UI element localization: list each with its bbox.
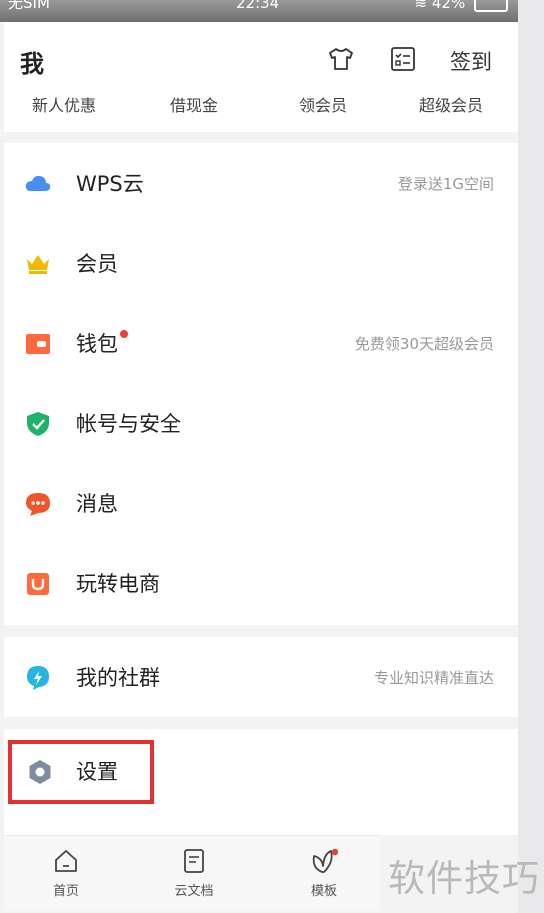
menu-item-hint: 专业知识精准直达 <box>373 669 494 687</box>
home-icon <box>55 850 77 872</box>
menu-item-label: 消息 <box>76 492 118 516</box>
shield-icon <box>27 412 49 436</box>
nav-templates[interactable]: 模板 <box>284 848 364 899</box>
menu-item-messages[interactable]: 消息 <box>4 463 518 543</box>
battery-percent: 42% <box>431 0 466 12</box>
crown-icon <box>27 255 49 274</box>
notification-dot <box>120 330 128 338</box>
battery-icon <box>474 0 508 12</box>
menu-item-account-security[interactable]: 帐号与安全 <box>4 383 518 463</box>
background-strip <box>518 0 544 913</box>
menu-item-label: 帐号与安全 <box>76 412 181 436</box>
wifi-icon: ≋ <box>414 0 428 12</box>
nav-label: 模板 <box>310 884 337 899</box>
nav-home[interactable]: 首页 <box>26 848 106 899</box>
menu-item-ecommerce[interactable]: 玩转电商 <box>4 543 518 623</box>
menu-card-community: 我的社群 专业知识精准直达 <box>4 637 518 717</box>
bottom-nav: 首页 云文档 模板 <box>4 835 380 911</box>
quick-link-borrow-cash[interactable]: 借现金 <box>170 92 218 116</box>
menu-item-hint: 登录送1G空间 <box>397 175 494 193</box>
quick-link-get-membership[interactable]: 领会员 <box>299 92 347 116</box>
highlight-box <box>8 740 154 804</box>
menu-item-wps-cloud[interactable]: WPS云 登录送1G空间 <box>4 143 518 223</box>
watermark-text: 软件技巧 <box>388 857 540 900</box>
menu-item-hint: 免费领30天超级会员 <box>354 335 494 353</box>
skin-shirt-icon[interactable] <box>326 44 356 74</box>
status-bar: 无SIM 22:34 ≋ 42% <box>0 0 518 22</box>
document-icon <box>184 849 204 873</box>
carrier-label: 无SIM <box>8 0 50 12</box>
menu-item-label: 玩转电商 <box>76 572 160 596</box>
menu-item-membership[interactable]: 会员 <box>4 223 518 303</box>
profile-header: 我 签到 新人优惠 借现金 领会员 超级会员 <box>4 22 518 132</box>
community-icon <box>27 666 49 690</box>
quick-links: 新人优惠 借现金 领会员 超级会员 <box>4 92 518 116</box>
wallet-icon <box>26 334 50 354</box>
sign-in-button[interactable]: 签到 <box>450 46 492 76</box>
menu-item-label: 我的社群 <box>76 666 160 690</box>
shopping-bag-icon <box>27 573 49 595</box>
menu-item-wallet[interactable]: 钱包 免费领30天超级会员 <box>4 303 518 383</box>
checklist-icon[interactable] <box>388 44 418 74</box>
nav-cloud-docs[interactable]: 云文档 <box>154 848 234 899</box>
menu-item-label: WPS云 <box>76 172 144 196</box>
wallet-label-text: 钱包 <box>76 332 118 356</box>
notification-dot <box>331 848 339 856</box>
nav-label: 云文档 <box>174 884 214 899</box>
cloud-icon <box>25 175 51 191</box>
menu-item-label: 钱包 <box>76 328 128 358</box>
quick-link-super-member[interactable]: 超级会员 <box>419 92 483 116</box>
page-title: 我 <box>20 50 44 78</box>
quick-link-new-user[interactable]: 新人优惠 <box>32 92 96 116</box>
nav-label: 首页 <box>52 884 79 899</box>
clock: 22:34 <box>236 0 280 12</box>
menu-item-label: 会员 <box>76 252 118 276</box>
menu-item-my-community[interactable]: 我的社群 专业知识精准直达 <box>4 637 518 717</box>
template-leaf-icon <box>312 848 339 873</box>
menu-card-main: WPS云 登录送1G空间 会员 钱包 免费领30天超级会员 帐号与安全 消息 玩… <box>4 143 518 625</box>
chat-bubble-icon <box>26 493 50 516</box>
battery-indicator: ≋ 42% <box>415 0 508 14</box>
